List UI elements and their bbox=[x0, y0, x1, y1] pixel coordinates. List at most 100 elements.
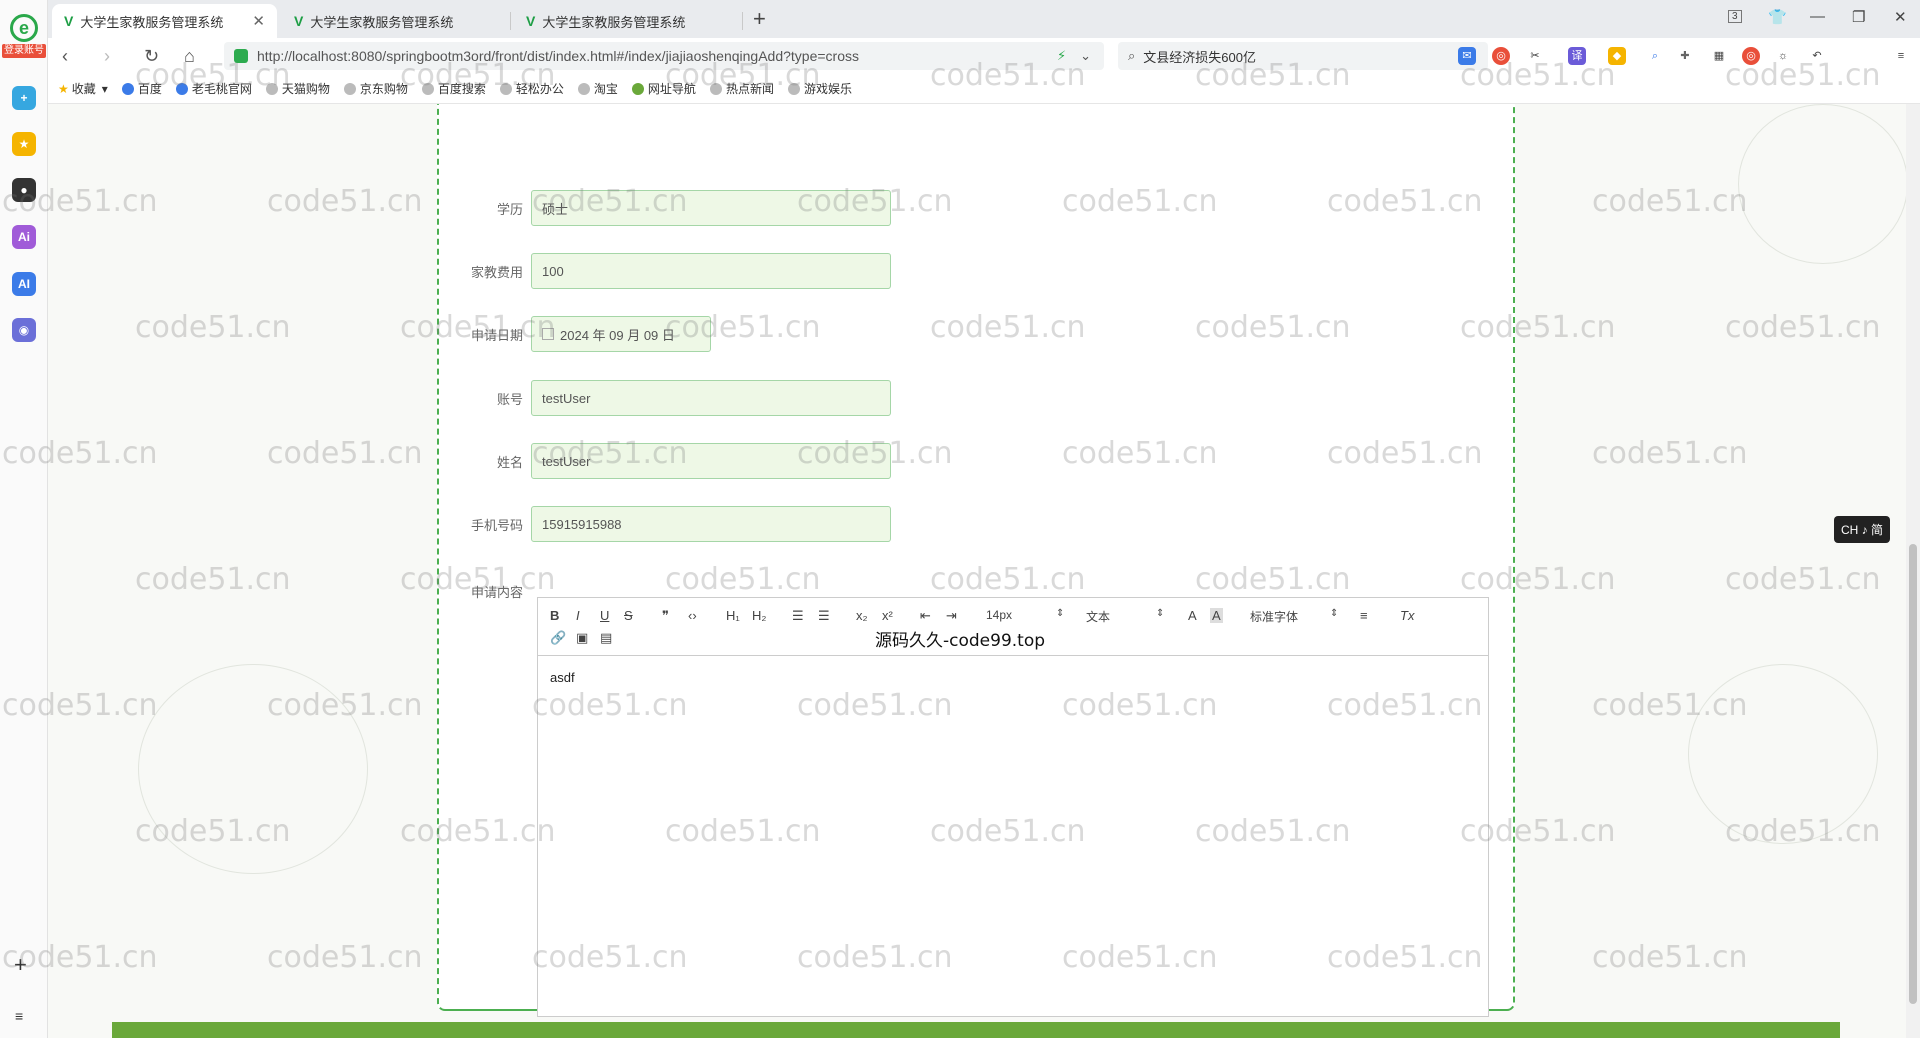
page-scrollbar[interactable] bbox=[1906, 104, 1920, 1038]
ime-indicator[interactable]: CH ♪ 简 bbox=[1834, 516, 1891, 543]
strike-icon[interactable]: S bbox=[624, 608, 633, 623]
phone-row: 手机号码 15915915988 bbox=[439, 506, 891, 542]
weibo-icon[interactable]: ◎ bbox=[1492, 47, 1510, 65]
chat-bot-icon[interactable]: ● bbox=[12, 178, 36, 202]
brightness-icon[interactable]: ☼ bbox=[1774, 47, 1792, 65]
restore-icon[interactable]: ❐ bbox=[1852, 8, 1865, 26]
bookmark-item[interactable]: 百度搜索 bbox=[421, 80, 486, 97]
mail-icon[interactable]: ✉ bbox=[1458, 47, 1476, 65]
globe-icon bbox=[175, 82, 188, 95]
bookmarks-bar: ★ 收藏 ▾ 百度 老毛桃官网 天猫购物 京东购物 百度搜索 轻松办公 淘宝 网址导… bbox=[48, 74, 1920, 104]
undo-icon[interactable]: ↶ bbox=[1808, 47, 1826, 65]
editor-toolbar: B I U S ❞ ‹› H₁ H₂ ☰ ☰ x₂ x² ⇤ ⇥ 14px ⇕ … bbox=[538, 598, 1488, 656]
home-icon[interactable]: ⌂ bbox=[184, 46, 195, 67]
search-box[interactable]: ⌕ 文县经济损失600亿 bbox=[1118, 42, 1488, 70]
bookmark-item[interactable]: 淘宝 bbox=[577, 80, 618, 97]
reload-icon[interactable]: ↻ bbox=[144, 46, 159, 67]
bookmark-item[interactable]: 老毛桃官网 bbox=[175, 80, 252, 97]
outdent-icon[interactable]: ⇤ bbox=[920, 608, 931, 624]
tab-1[interactable]: V 大学生家教服务管理系统 ✕ bbox=[52, 4, 277, 38]
font-size-select[interactable]: 14px bbox=[986, 608, 1012, 622]
chevron-updown-icon[interactable]: ⇕ bbox=[1156, 608, 1164, 619]
rich-text-editor[interactable]: B I U S ❞ ‹› H₁ H₂ ☰ ☰ x₂ x² ⇤ ⇥ 14px ⇕ … bbox=[537, 597, 1489, 1017]
bookmark-item[interactable]: 热点新闻 bbox=[709, 80, 774, 97]
tab-3[interactable]: V 大学生家教服务管理系统 bbox=[514, 4, 739, 38]
date-picker[interactable]: 2024 年 09 月 09 日 bbox=[531, 316, 711, 352]
add-app-icon[interactable]: + bbox=[12, 86, 36, 110]
panel-menu-icon[interactable]: ≡ bbox=[15, 1008, 23, 1024]
chevron-updown-icon[interactable]: ⇕ bbox=[1330, 608, 1338, 619]
phone-field[interactable]: 15915915988 bbox=[531, 506, 891, 542]
minimize-icon[interactable]: — bbox=[1810, 8, 1825, 25]
browser-menu-icon[interactable]: ≡ bbox=[1892, 47, 1910, 65]
forward-icon[interactable]: › bbox=[104, 46, 110, 67]
bookmark-item[interactable]: 京东购物 bbox=[343, 80, 408, 97]
chevron-updown-icon[interactable]: ⇕ bbox=[1056, 608, 1064, 619]
apps-grid-icon[interactable]: ▦ bbox=[1710, 47, 1728, 65]
font-color-icon[interactable]: A bbox=[1188, 608, 1197, 623]
bookmark-item[interactable]: 天猫购物 bbox=[265, 80, 330, 97]
account-row: 账号 testUser bbox=[439, 380, 891, 416]
bookmark-item[interactable]: 网址导航 bbox=[631, 80, 696, 97]
italic-icon[interactable]: I bbox=[576, 608, 580, 623]
lightning-icon[interactable]: ⚡ bbox=[1057, 48, 1066, 64]
indent-icon[interactable]: ⇥ bbox=[946, 608, 957, 624]
tab-2[interactable]: V 大学生家教服务管理系统 bbox=[282, 4, 507, 38]
editor-content[interactable]: asdf bbox=[538, 656, 1488, 699]
name-field[interactable]: testUser bbox=[531, 443, 891, 479]
superscript-icon[interactable]: x² bbox=[882, 608, 893, 623]
align-icon[interactable]: ≡ bbox=[1360, 608, 1368, 623]
ai-assistant-icon[interactable]: Ai bbox=[12, 225, 36, 249]
url-input[interactable] bbox=[257, 48, 1027, 64]
browser-logo-icon[interactable]: e bbox=[10, 14, 38, 42]
globe-icon bbox=[421, 82, 434, 95]
underline-icon[interactable]: U bbox=[600, 608, 609, 623]
subscript-icon[interactable]: x₂ bbox=[856, 608, 868, 623]
bookmark-item[interactable]: 轻松办公 bbox=[499, 80, 564, 97]
new-tab-icon[interactable]: + bbox=[753, 6, 766, 32]
bookmark-item[interactable]: 游戏娱乐 bbox=[787, 80, 852, 97]
chevron-down-icon[interactable]: ⌄ bbox=[1080, 48, 1091, 64]
text-type-select[interactable]: 文本 bbox=[1086, 608, 1110, 625]
code-icon[interactable]: ‹› bbox=[688, 608, 697, 623]
heading2-icon[interactable]: H₂ bbox=[752, 608, 766, 623]
tab-count-badge[interactable]: 3 bbox=[1728, 10, 1742, 23]
back-icon[interactable]: ‹ bbox=[62, 46, 68, 67]
translate-icon[interactable]: 译 bbox=[1568, 47, 1586, 65]
login-badge[interactable]: 登录账号 bbox=[2, 44, 46, 58]
close-tab-icon[interactable]: ✕ bbox=[252, 12, 265, 30]
clear-format-icon[interactable]: Tx bbox=[1400, 608, 1414, 623]
heading1-icon[interactable]: H₁ bbox=[726, 608, 740, 623]
ai-icon[interactable]: AI bbox=[12, 272, 36, 296]
favorites-star-icon[interactable]: ★ bbox=[12, 132, 36, 156]
account-field[interactable]: testUser bbox=[531, 380, 891, 416]
image-icon[interactable]: ▣ bbox=[576, 630, 588, 646]
background-color-icon[interactable]: A bbox=[1210, 608, 1223, 623]
globe-icon bbox=[499, 82, 512, 95]
zoom-icon[interactable]: ⌕ bbox=[1646, 47, 1664, 65]
bookmark-item[interactable]: 百度 bbox=[121, 80, 162, 97]
skin-icon[interactable]: 👕 bbox=[1768, 8, 1787, 26]
fee-field[interactable]: 100 bbox=[531, 253, 891, 289]
background-lotus-decoration bbox=[138, 664, 368, 874]
bullet-list-icon[interactable]: ☰ bbox=[818, 608, 830, 624]
link-icon[interactable]: 🔗 bbox=[550, 630, 566, 646]
video-icon[interactable]: ▤ bbox=[600, 630, 612, 646]
education-field[interactable]: 硕士 bbox=[531, 190, 891, 226]
globe-icon bbox=[577, 82, 590, 95]
bookmark-favorites[interactable]: ★ 收藏 ▾ bbox=[58, 80, 108, 97]
font-family-select[interactable]: 标准字体 bbox=[1250, 608, 1298, 625]
address-bar[interactable]: ⚡ ⌄ bbox=[224, 42, 1104, 70]
scissors-icon[interactable]: ✂ bbox=[1526, 47, 1544, 65]
close-window-icon[interactable]: ✕ bbox=[1894, 8, 1907, 26]
quote-icon[interactable]: ❞ bbox=[662, 608, 669, 624]
extensions-icon[interactable]: ✚ bbox=[1676, 47, 1694, 65]
color-ring-icon[interactable]: ◎ bbox=[1742, 47, 1760, 65]
robot-icon[interactable]: ◉ bbox=[12, 318, 36, 342]
ordered-list-icon[interactable]: ☰ bbox=[792, 608, 804, 624]
scrollbar-thumb[interactable] bbox=[1909, 544, 1917, 1004]
shield-icon[interactable]: ◆ bbox=[1608, 47, 1626, 65]
content-label: 申请内容 bbox=[470, 585, 523, 600]
add-panel-icon[interactable]: + bbox=[14, 952, 27, 978]
bold-icon[interactable]: B bbox=[550, 608, 559, 623]
